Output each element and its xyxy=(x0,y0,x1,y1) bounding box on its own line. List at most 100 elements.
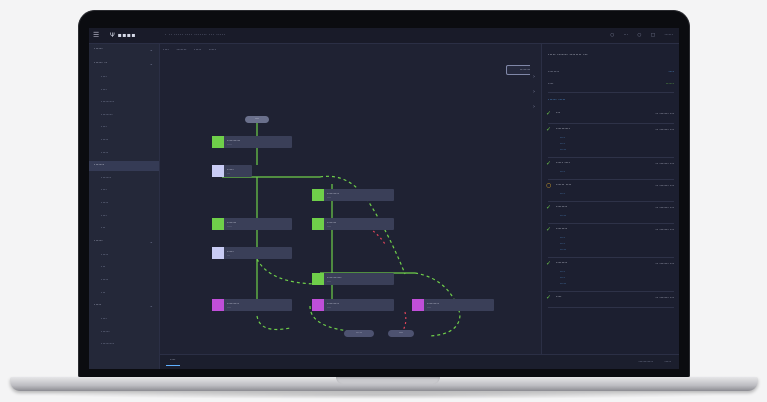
sidebar-item-23[interactable]: ········· xyxy=(101,342,114,347)
edge-dashed-5 xyxy=(256,315,291,331)
chevron-down-icon[interactable]: ⌄ xyxy=(150,61,153,66)
workflow-node-4[interactable]: ········· ···· xyxy=(312,189,394,201)
step-time: ·· ······· ··· xyxy=(655,227,674,232)
top-bar: ☰ Ψ ▪▪▪▪ · ·· ····· ···· ······· ··· ···… xyxy=(89,28,679,44)
end-node-2[interactable]: ···· xyxy=(388,330,414,337)
sidebar-item-6[interactable]: ···· xyxy=(101,125,107,130)
sidebar-item-10[interactable]: ······· xyxy=(101,176,111,181)
workflow-node-7[interactable]: ··········· ···· xyxy=(312,273,394,285)
step-link[interactable]: ···· xyxy=(560,235,565,240)
help-icon[interactable]: ○ xyxy=(637,33,641,38)
sidebar-item-18[interactable]: ····· xyxy=(101,278,108,283)
step-divider xyxy=(548,201,674,202)
workflow-node-6[interactable]: ····· ··· xyxy=(212,247,292,259)
chevron-down-icon[interactable]: ⌄ xyxy=(150,303,153,308)
laptop-screen: ☰ Ψ ▪▪▪▪ · ·· ····· ···· ······· ··· ···… xyxy=(89,28,679,369)
step-link[interactable]: ···· xyxy=(560,241,565,246)
bottom-link-1[interactable]: ··········· xyxy=(638,359,653,364)
step-divider xyxy=(548,157,674,158)
bottom-right-links: ··········· ····· xyxy=(628,359,671,364)
sidebar: ······ ⌄ ······ ·· ⌄ ···· ···· ········· ······… xyxy=(89,44,160,369)
bottom-bar: ···· ··········· ····· xyxy=(160,354,679,369)
hamburger-icon[interactable]: ☰ xyxy=(93,31,99,39)
node-type-icon xyxy=(412,299,424,311)
check-circle-icon: ✓ xyxy=(546,204,552,211)
step-time: ·· ······· ··· xyxy=(655,183,674,188)
workflow-node-2[interactable]: ····· ··· xyxy=(212,165,252,177)
step-name: ····· ···· xyxy=(556,161,570,166)
sidebar-item-4[interactable]: ········· xyxy=(101,100,114,105)
sidebar-section-1[interactable]: ······ ·· xyxy=(94,61,107,66)
node-sublabel: ··· xyxy=(227,254,231,258)
step-divider xyxy=(548,123,674,124)
workflow-main: ···· ······· ····· ····· ···· ··········… xyxy=(160,44,544,369)
top-right-link[interactable]: ··· xyxy=(624,33,628,38)
bottom-tab[interactable]: ···· xyxy=(166,358,180,366)
sidebar-item-17[interactable]: ··· xyxy=(101,265,105,270)
workflow-node-3[interactable]: ······· ····· xyxy=(212,218,292,230)
chevron-down-icon[interactable]: ⌄ xyxy=(150,47,153,52)
start-node[interactable]: ···· xyxy=(245,116,269,123)
step-link[interactable]: ···· xyxy=(560,135,565,140)
step-time: ·· ······· ··· xyxy=(655,161,674,166)
node-sublabel: ···· xyxy=(427,306,432,310)
sidebar-item-2[interactable]: ···· xyxy=(101,75,107,80)
workflow-node-10[interactable]: ········· ···· xyxy=(412,299,494,311)
chevron-down-icon[interactable]: ⌄ xyxy=(150,239,153,244)
sidebar-item-5[interactable]: ········ xyxy=(101,113,113,118)
sidebar-item-11[interactable]: ···· xyxy=(101,188,107,193)
node-type-icon xyxy=(212,247,224,259)
search-icon[interactable]: ○ xyxy=(610,33,614,38)
node-sublabel: ···· xyxy=(327,306,332,310)
history-icon[interactable]: › xyxy=(533,89,535,95)
end-node-1[interactable]: ····· xyxy=(344,330,374,337)
step-link[interactable]: ···· xyxy=(560,141,565,146)
sidebar-section-15[interactable]: ······ xyxy=(94,239,103,244)
info-icon[interactable]: › xyxy=(533,74,535,80)
steps-section-title[interactable]: ······ ····· xyxy=(548,98,566,103)
apps-icon[interactable]: □ xyxy=(651,33,655,38)
step-link[interactable]: ····· xyxy=(560,213,566,218)
step-name: ··· xyxy=(556,111,561,116)
user-menu[interactable]: ······ xyxy=(664,33,673,38)
sidebar-item-13[interactable]: ···· xyxy=(101,214,107,219)
workflow-node-8[interactable]: ········· ···· xyxy=(212,299,292,311)
sidebar-section-20[interactable]: ····· xyxy=(94,303,101,308)
sidebar-item-14[interactable]: ··· xyxy=(101,226,105,231)
sidebar-item-21[interactable]: ···· xyxy=(101,317,107,322)
check-circle-icon: ✓ xyxy=(546,160,552,167)
sidebar-item-16[interactable]: ····· xyxy=(101,253,108,258)
bottom-link-2[interactable]: ····· xyxy=(664,359,671,364)
step-link[interactable]: ····· xyxy=(560,147,566,152)
laptop-notch xyxy=(336,377,440,384)
workflow-node-9[interactable]: ········· ···· xyxy=(312,299,394,311)
sidebar-item-9[interactable]: ······· xyxy=(89,161,159,172)
sidebar-item-8[interactable]: ····· xyxy=(101,151,108,156)
step-link[interactable]: ····· xyxy=(560,281,566,286)
workflow-node-1[interactable]: ·········· ····· xyxy=(212,136,292,148)
sidebar-item-19[interactable]: ··· xyxy=(101,291,105,296)
step-time: ·· ······· ··· xyxy=(655,111,674,116)
step-link[interactable]: ···· xyxy=(560,275,565,280)
step-link[interactable]: ···· xyxy=(560,169,565,174)
app-logo: Ψ ▪▪▪▪ xyxy=(110,32,136,39)
top-right-controls: ○ ··· ○ □ ······ xyxy=(602,33,673,38)
node-sublabel: ···· xyxy=(327,196,332,200)
panel-row-2-value: ······ xyxy=(665,82,674,87)
node-type-icon xyxy=(212,299,224,311)
sidebar-section-0[interactable]: ······ xyxy=(94,47,103,52)
step-link[interactable]: ····· xyxy=(560,247,566,252)
node-type-icon xyxy=(312,299,324,311)
step-link[interactable]: ···· xyxy=(560,191,565,196)
sidebar-item-7[interactable]: ····· xyxy=(101,138,108,143)
step-divider xyxy=(548,291,674,292)
sidebar-item-12[interactable]: ····· xyxy=(101,201,108,206)
sidebar-item-3[interactable]: ···· xyxy=(101,88,107,93)
sidebar-item-22[interactable]: ······ xyxy=(101,330,110,335)
node-sublabel: ···· xyxy=(327,225,332,229)
warning-circle-icon: ○ xyxy=(546,182,552,189)
check-circle-icon: ✓ xyxy=(546,294,552,301)
step-link[interactable]: ···· xyxy=(560,269,565,274)
workflow-node-5[interactable]: ······· ···· xyxy=(312,218,394,230)
settings-icon[interactable]: › xyxy=(533,104,535,110)
